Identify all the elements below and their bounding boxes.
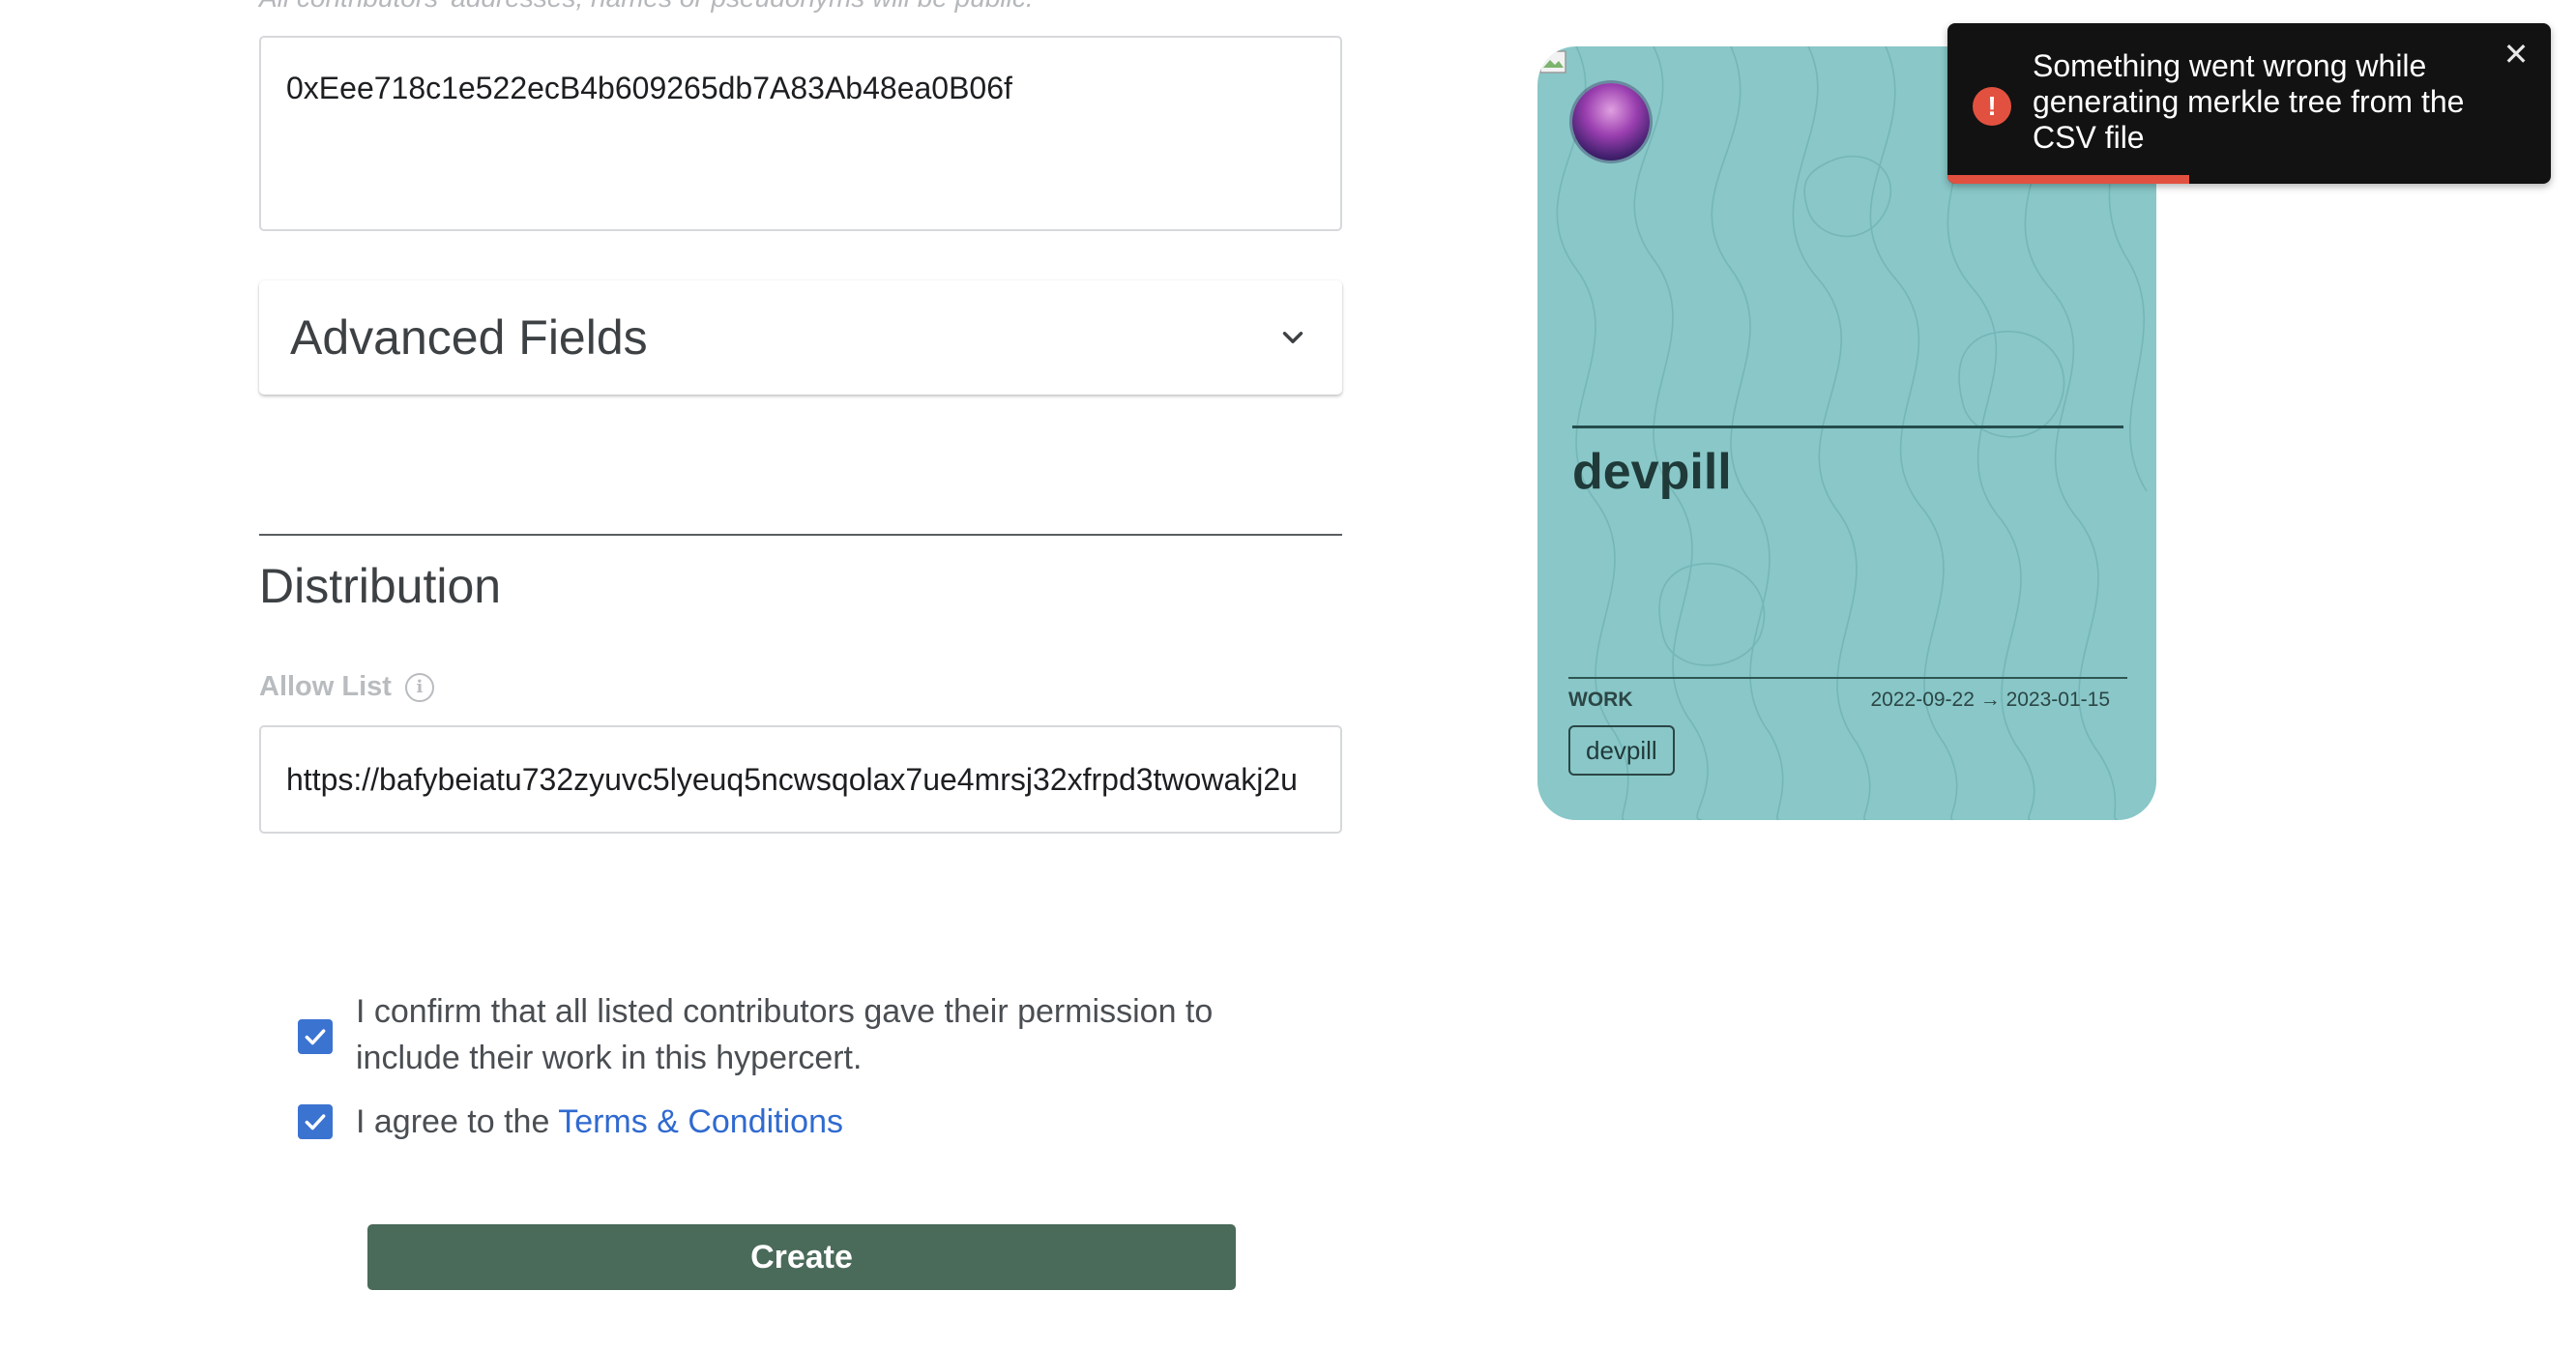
card-footer-divider	[1568, 677, 2127, 679]
card-divider	[1572, 426, 2123, 428]
distribution-title: Distribution	[259, 559, 502, 613]
allow-list-label: Allow List	[259, 671, 392, 702]
contributors-helper-text: All contributors' addresses, names or ps…	[259, 0, 1034, 14]
confirm-permission-text: I confirm that all listed contributors g…	[356, 993, 1214, 1076]
advanced-fields-label: Advanced Fields	[290, 310, 648, 365]
terms-prefix: I agree to the	[356, 1103, 559, 1140]
confirm-permission-checkbox[interactable]	[298, 1019, 333, 1054]
terms-text: I agree to the Terms & Conditions	[356, 1099, 843, 1145]
card-title: devpill	[1572, 444, 1732, 500]
terms-row: I agree to the Terms & Conditions	[298, 1099, 843, 1145]
broken-image-icon	[1539, 50, 1566, 73]
checkmark-icon	[305, 1114, 326, 1130]
chevron-down-icon	[1282, 332, 1303, 343]
allow-list-label-row: Allow List i	[259, 671, 434, 703]
allow-list-input[interactable]: https://bafybeiatu732zyuvc5lyeuq5ncwsqol…	[259, 725, 1342, 834]
advanced-fields-accordion[interactable]: Advanced Fields	[259, 280, 1342, 395]
card-work-label: WORK	[1568, 689, 1633, 711]
error-toast: ! Something went wrong while generating …	[1947, 23, 2551, 184]
close-icon[interactable]: ✕	[2501, 39, 2532, 70]
terms-checkbox[interactable]	[298, 1104, 333, 1139]
info-icon[interactable]: i	[404, 672, 434, 702]
toast-progress-bar	[1947, 175, 2189, 184]
create-button[interactable]: Create	[367, 1224, 1236, 1290]
section-divider	[259, 534, 1342, 536]
contributors-value: 0xEee718c1e522ecB4b609265db7A83Ab48ea0B0…	[286, 71, 1012, 105]
confirm-permission-row: I confirm that all listed contributors g…	[298, 988, 1284, 1081]
checkmark-icon	[305, 1029, 326, 1045]
allow-list-value: https://bafybeiatu732zyuvc5lyeuq5ncwsqol…	[286, 761, 1298, 797]
terms-link[interactable]: Terms & Conditions	[558, 1103, 843, 1140]
avatar	[1572, 83, 1650, 161]
error-icon: !	[1973, 87, 2011, 126]
contributors-textarea[interactable]: 0xEee718c1e522ecB4b609265db7A83Ab48ea0B0…	[259, 36, 1342, 231]
card-work-dates: 2022-09-22 → 2023-01-15	[1870, 689, 2110, 711]
toast-message: Something went wrong while generating me…	[2033, 48, 2465, 155]
card-tag: devpill	[1568, 725, 1675, 776]
